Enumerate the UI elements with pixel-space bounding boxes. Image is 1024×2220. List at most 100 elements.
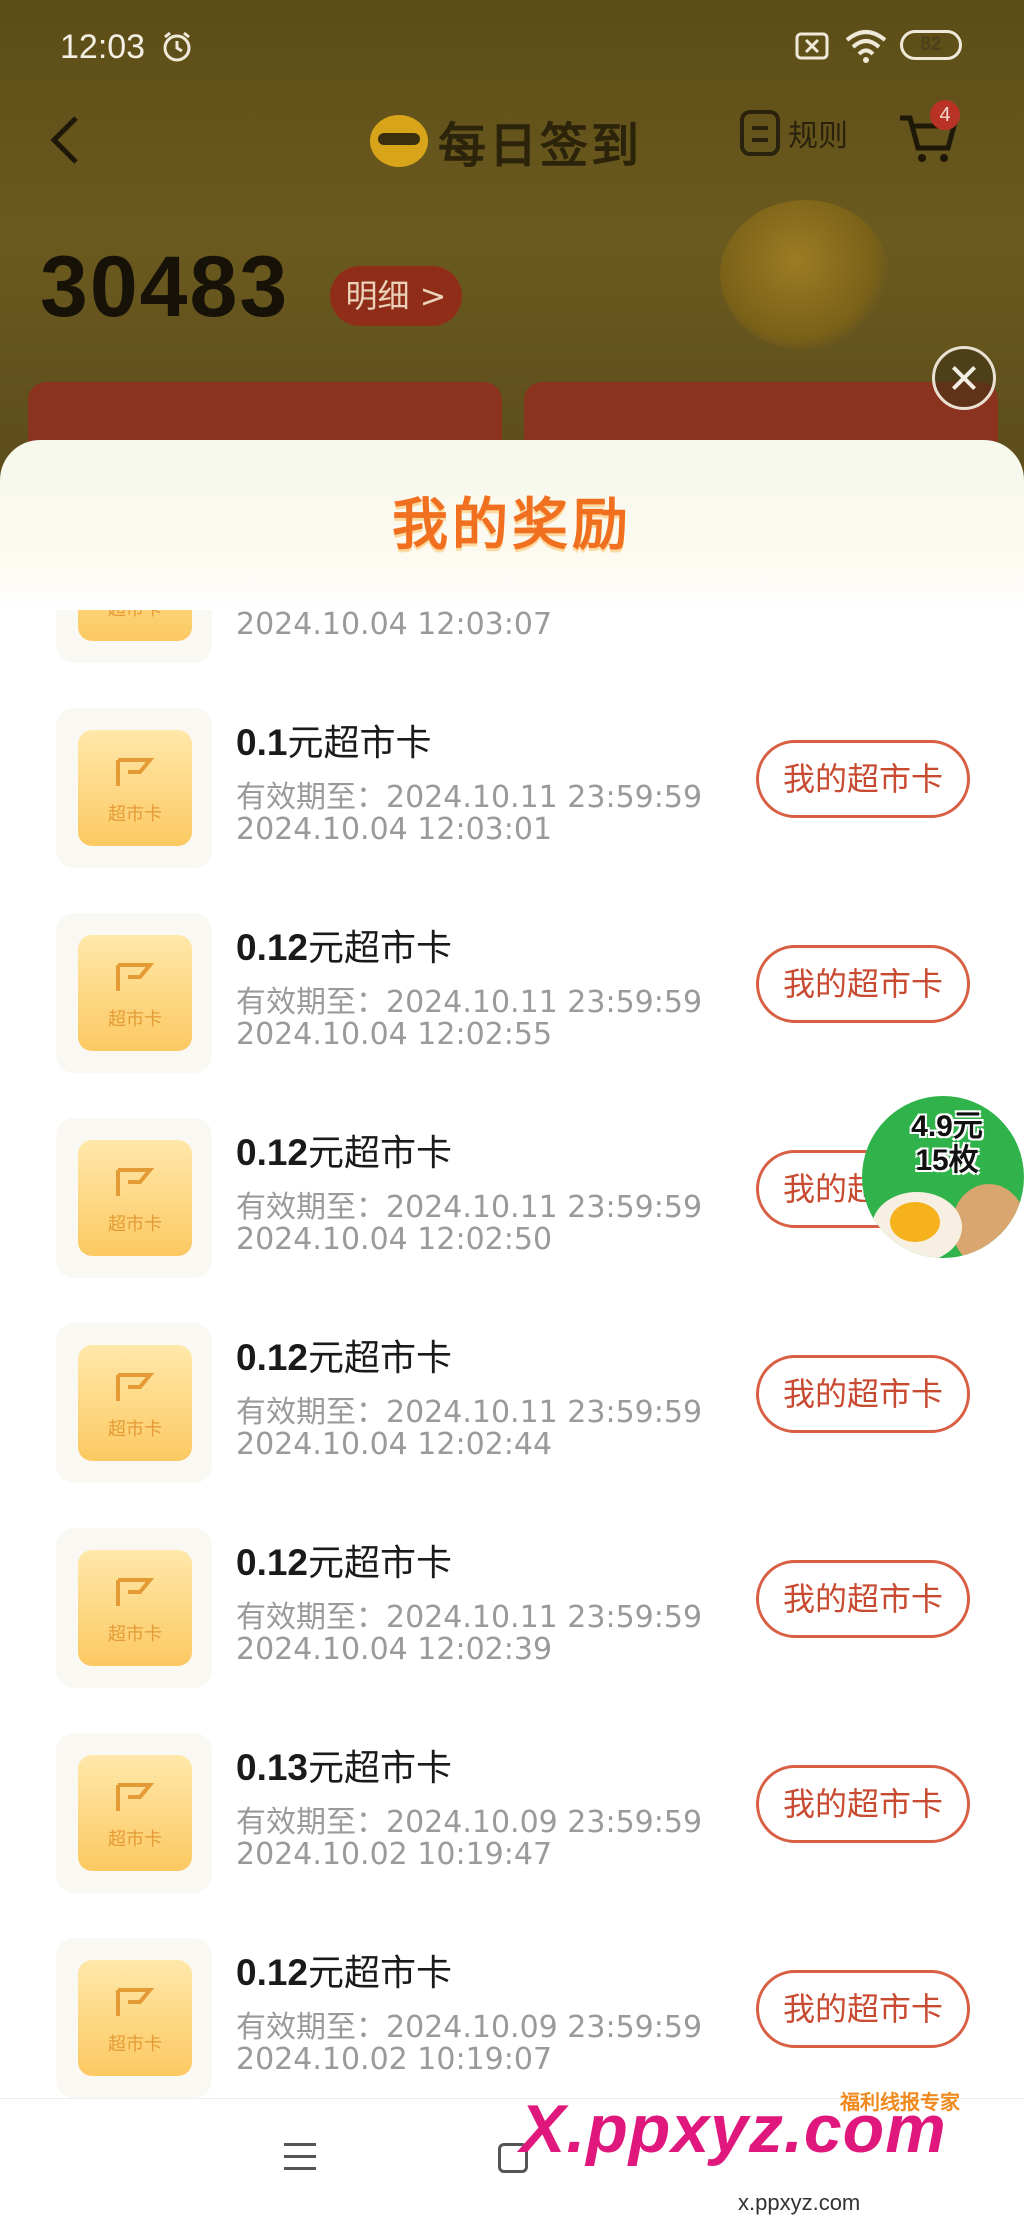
my-card-button[interactable]: 我的超市卡 bbox=[756, 945, 970, 1023]
card-label: 超市卡 bbox=[108, 1829, 162, 1850]
reward-validity: 有效期至：2024.10.11 23:59:59 bbox=[236, 1190, 703, 1225]
status-bar: 12:03 82 bbox=[0, 0, 1024, 96]
reward-amount: 0.12 bbox=[236, 1952, 309, 1993]
reward-unit: 元超市卡 bbox=[308, 1953, 453, 1994]
supermarket-card-image: 超市卡 bbox=[78, 935, 192, 1051]
reward-time: 2024.10.04 12:02:55 bbox=[236, 1017, 553, 1052]
reward-time: 2024.10.04 12:03:01 bbox=[236, 812, 553, 847]
reward-unit: 元超市卡 bbox=[308, 1338, 453, 1379]
card-glyph-icon bbox=[116, 758, 155, 786]
reward-validity: 有效期至：2024.10.09 23:59:59 bbox=[236, 2010, 703, 2045]
reward-validity: 有效期至：2024.10.11 23:59:59 bbox=[236, 985, 703, 1020]
reward-row: 超市卡 0.12元超市卡有效期至：2024.10.11 23:59:59 2024.… bbox=[0, 1500, 1024, 1705]
reward-time: 2024.10.04 12:02:44 bbox=[236, 1427, 553, 1462]
reward-row: 超市卡 0.12元超市卡 有效期至：2024.10.09 23:59:59 2024.… bbox=[0, 1910, 1024, 2098]
card-glyph-icon bbox=[116, 1168, 155, 1196]
reward-title: 0.12元超市卡 bbox=[236, 919, 452, 971]
reward-amount: 0.12 bbox=[236, 1542, 309, 1583]
my-card-button[interactable]: 我的超市卡 bbox=[756, 1765, 970, 1843]
rules-label: 规则 bbox=[788, 119, 848, 154]
card-glyph-icon bbox=[116, 1988, 155, 2016]
coin-decoration bbox=[720, 200, 890, 350]
watermark-brand: 福利线报专家 bbox=[840, 2090, 960, 2114]
header: 每日签到 规则 4 bbox=[0, 96, 1024, 206]
reward-thumb: 超市卡 bbox=[56, 913, 212, 1073]
reward-thumb: 超市卡 bbox=[56, 1323, 212, 1483]
my-card-button[interactable]: 我的超市卡 bbox=[756, 1970, 970, 2048]
supermarket-card-image: 超市卡 bbox=[78, 1550, 192, 1666]
card-label: 超市卡 bbox=[78, 610, 192, 621]
reward-row: 超市卡 0.1元超市卡有效期至：2024.10.11 23:59:59 2024.1… bbox=[0, 680, 1024, 885]
rewards-list[interactable]: 超市卡2024.10.04 12:03:07超市卡0.1元超市卡有效期至：202… bbox=[0, 610, 1024, 2098]
app-logo: 每日签到 bbox=[370, 106, 642, 176]
my-card-button[interactable]: 我的超市卡 bbox=[756, 1355, 970, 1433]
mascot-icon bbox=[370, 115, 428, 167]
supermarket-card-image: 超市卡 bbox=[78, 610, 192, 641]
menu-icon[interactable] bbox=[284, 2143, 316, 2175]
rules-icon bbox=[740, 110, 780, 156]
reward-validity: 有效期至：2024.10.11 23:59:59 bbox=[236, 780, 703, 815]
my-card-button[interactable]: 我的超市卡 bbox=[756, 1560, 970, 1638]
watermark-url: x.ppxyz.com bbox=[738, 2190, 861, 2215]
card-glyph-icon bbox=[116, 1783, 155, 1811]
rules-button[interactable]: 规则 bbox=[740, 110, 848, 156]
egg-promo-badge[interactable]: 4.9元 15枚 bbox=[862, 1096, 1024, 1258]
reward-validity: 有效期至：2024.10.11 23:59:59 bbox=[236, 1600, 703, 1635]
card-label: 超市卡 bbox=[108, 1419, 162, 1440]
my-card-button[interactable]: 我的超市卡 bbox=[756, 740, 970, 818]
reward-unit: 元超市卡 bbox=[308, 1748, 453, 1789]
reward-time: 2024.10.02 10:19:07 bbox=[236, 2042, 553, 2077]
card-label: 超市卡 bbox=[108, 1009, 162, 1030]
reward-unit: 元超市卡 bbox=[287, 723, 432, 764]
supermarket-card-image: 超市卡 bbox=[78, 1755, 192, 1871]
reward-thumb: 超市卡 bbox=[56, 708, 212, 868]
sheet-title: 我的奖励 bbox=[392, 493, 632, 558]
reward-unit: 元超市卡 bbox=[308, 928, 453, 969]
egg-promo-text: 4.9元 15枚 bbox=[882, 1110, 1012, 1178]
wifi-icon bbox=[845, 30, 887, 63]
reward-title: 0.12元超市卡 bbox=[236, 1329, 452, 1381]
reward-title: 0.12元超市卡 bbox=[236, 1534, 452, 1586]
reward-unit: 元超市卡 bbox=[308, 1543, 453, 1584]
points-value: 30483 bbox=[40, 239, 290, 335]
reward-thumb: 超市卡 bbox=[56, 1118, 212, 1278]
egg-shell-icon bbox=[952, 1184, 1024, 1258]
back-arrow-icon[interactable] bbox=[40, 110, 90, 170]
reward-row: 超市卡 0.12元超市卡有效期至：2024.10.11 23:59:59 2024.… bbox=[0, 885, 1024, 1090]
reward-amount: 0.12 bbox=[236, 927, 309, 968]
card-label: 超市卡 bbox=[108, 1624, 162, 1645]
battery-icon: 82 bbox=[900, 30, 962, 60]
reward-row: 超市卡 2024.10.04 12:03:07 bbox=[0, 610, 1024, 680]
reward-validity: 有效期至：2024.10.11 23:59:59 bbox=[236, 1395, 703, 1430]
alarm-icon bbox=[163, 31, 191, 62]
reward-amount: 0.12 bbox=[236, 1132, 309, 1173]
reward-time: 2024.10.04 12:02:50 bbox=[236, 1222, 553, 1257]
card-label: 超市卡 bbox=[108, 804, 162, 825]
reward-title: 0.13元超市卡 bbox=[236, 1739, 452, 1791]
reward-thumb: 超市卡 bbox=[56, 1528, 212, 1688]
reward-time: 2024.10.02 10:19:47 bbox=[236, 1837, 553, 1872]
reward-time: 2024.10.04 12:02:39 bbox=[236, 1632, 553, 1667]
reward-amount: 0.1 bbox=[236, 722, 288, 763]
reward-amount: 0.12 bbox=[236, 1337, 309, 1378]
egg-yolk-icon bbox=[890, 1202, 940, 1242]
egg-count: 15枚 bbox=[915, 1144, 979, 1177]
reward-row: 超市卡 0.13元超市卡 有效期至：2024.10.09 23:59:59 2024.… bbox=[0, 1705, 1024, 1910]
reward-title: 0.1元超市卡 bbox=[236, 714, 431, 766]
card-glyph-icon bbox=[116, 1578, 155, 1606]
card-label: 超市卡 bbox=[108, 1214, 162, 1235]
reward-time: 2024.10.04 12:03:07 bbox=[236, 610, 553, 642]
reward-unit: 元超市卡 bbox=[308, 1133, 453, 1174]
reward-amount: 0.13 bbox=[236, 1747, 309, 1788]
supermarket-card-image: 超市卡 bbox=[78, 730, 192, 846]
card-glyph-icon bbox=[116, 1373, 155, 1401]
reward-thumb: 超市卡 bbox=[56, 610, 212, 663]
page-title: 每日签到 bbox=[438, 118, 643, 174]
reward-title: 0.12元超市卡 bbox=[236, 1124, 452, 1176]
egg-price: 4.9元 bbox=[911, 1110, 983, 1143]
detail-button[interactable]: 明细 > bbox=[330, 266, 462, 326]
battery-level: 82 bbox=[920, 34, 942, 55]
close-icon[interactable] bbox=[932, 346, 996, 410]
no-sim-icon bbox=[795, 32, 829, 60]
reward-row: 超市卡 0.12元超市卡有效期至：2024.10.11 23:59:59 2024.… bbox=[0, 1295, 1024, 1500]
